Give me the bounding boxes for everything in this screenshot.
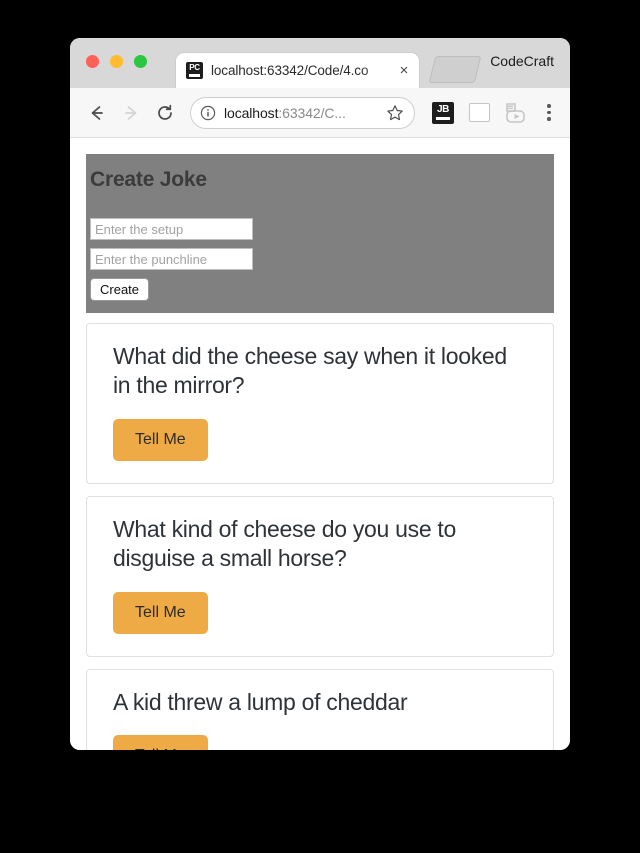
browser-toolbar: localhost:63342/C... JB	[70, 88, 570, 138]
tell-me-button[interactable]: Tell Me	[113, 735, 208, 750]
close-window-button[interactable]	[86, 55, 99, 68]
joke-card: A kid threw a lump of cheddar Tell Me	[86, 668, 554, 750]
punchline-input[interactable]	[90, 248, 253, 270]
pycharm-favicon-icon: PC	[186, 62, 203, 79]
info-circle-icon[interactable]	[200, 105, 216, 121]
url-host: localhost	[224, 104, 279, 121]
forward-button[interactable]	[116, 98, 146, 128]
joke-setup-text: What did the cheese say when it looked i…	[113, 343, 507, 399]
menu-dot	[547, 104, 551, 108]
profile-window-label: CodeCraft	[490, 53, 554, 69]
joke-card: What kind of cheese do you use to disgui…	[86, 495, 554, 657]
joke-card: What did the cheese say when it looked i…	[86, 323, 554, 484]
jetbrains-extension-label: JB	[437, 103, 449, 115]
page-viewport: Create Joke Create What did the cheese s…	[70, 138, 570, 750]
address-bar[interactable]: localhost:63342/C...	[190, 96, 415, 129]
browser-tab[interactable]: PC localhost:63342/Code/4.co ×	[175, 52, 420, 88]
favicon-label: PC	[189, 63, 200, 72]
reload-button[interactable]	[150, 98, 180, 128]
maximize-window-button[interactable]	[134, 55, 147, 68]
new-tab-button[interactable]	[428, 56, 482, 83]
bookmark-star-icon[interactable]	[386, 104, 404, 122]
jetbrains-extension-icon[interactable]: JB	[432, 101, 454, 124]
menu-dot	[547, 110, 551, 115]
blank-extension-icon[interactable]	[469, 103, 490, 122]
create-button[interactable]: Create	[90, 278, 150, 301]
arrow-right-icon	[125, 105, 137, 120]
browser-tab-strip: PC localhost:63342/Code/4.co × CodeCraft	[70, 38, 570, 88]
close-tab-icon[interactable]: ×	[395, 63, 413, 78]
tab-title: localhost:63342/Code/4.co	[211, 63, 369, 78]
browser-menu-button[interactable]	[540, 100, 558, 126]
window-controls	[86, 55, 147, 68]
joke-setup-text: A kid threw a lump of cheddar	[113, 688, 408, 715]
reload-icon	[158, 104, 172, 120]
screen: PC localhost:63342/Code/4.co × CodeCraft	[0, 0, 640, 853]
tell-me-button[interactable]: Tell Me	[113, 591, 208, 634]
favicon-underline	[189, 74, 200, 77]
menu-dot	[547, 117, 551, 121]
arrow-left-icon	[91, 105, 103, 120]
video-download-extension-icon[interactable]	[504, 102, 527, 124]
jetbrains-extension-underline	[436, 116, 450, 120]
joke-setup-text: What kind of cheese do you use to disgui…	[113, 515, 456, 572]
url-path: :63342/C...	[278, 104, 346, 121]
minimize-window-button[interactable]	[110, 55, 123, 68]
tell-me-button[interactable]: Tell Me	[113, 418, 208, 461]
address-bar-text: localhost:63342/C...	[224, 105, 380, 121]
create-joke-panel: Create Joke Create	[86, 154, 554, 313]
browser-window: PC localhost:63342/Code/4.co × CodeCraft	[70, 38, 570, 750]
page-title: Create Joke	[90, 168, 207, 191]
back-button[interactable]	[82, 98, 112, 128]
setup-input[interactable]	[90, 218, 253, 240]
